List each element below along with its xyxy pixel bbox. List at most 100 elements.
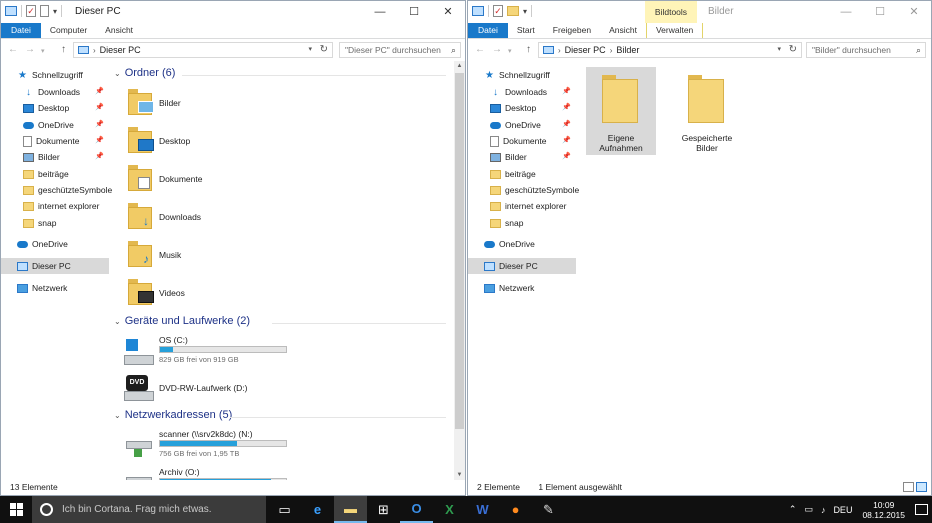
nav-item-schnellzugriff[interactable]: ★ Schnellzugriff <box>468 67 576 83</box>
nav-item-onedrive-quick[interactable]: OneDrive 📌 <box>1 117 109 133</box>
breadcrumb-dieser-pc[interactable]: Dieser PC <box>565 45 606 55</box>
maximize-button[interactable]: ☐ <box>397 1 431 23</box>
dvd-drive-icon[interactable]: DVD <box>124 375 158 401</box>
chevron-down-icon[interactable]: ⌄ <box>114 69 121 78</box>
folder-eigene-aufnahmen[interactable]: Eigene Aufnahmen <box>586 67 656 155</box>
minimize-button[interactable]: — <box>829 1 863 23</box>
minimize-button[interactable]: — <box>363 1 397 23</box>
hard-drive-icon[interactable] <box>124 339 158 365</box>
chevron-down-icon[interactable]: ▾ <box>777 45 781 53</box>
chevron-right-icon[interactable]: › <box>93 46 96 55</box>
search-input[interactable]: "Bilder" durchsuchen ⌕ <box>806 42 926 58</box>
nav-item-geschuetzte-symbole[interactable]: geschützteSymbole <box>1 182 112 198</box>
title-bar[interactable]: ✓ ▾ Bildtools Bilder — ☐ ✕ <box>468 1 931 23</box>
details-view-icon[interactable] <box>903 482 914 492</box>
address-bar[interactable]: › Dieser PC ▾ ↻ <box>73 42 333 58</box>
task-view-icon[interactable]: ▭ <box>268 496 301 523</box>
scroll-down-icon[interactable]: ▼ <box>454 472 465 478</box>
nav-item-dokumente[interactable]: Dokumente 📌 <box>1 133 109 149</box>
nav-item-beitraege[interactable]: beiträge <box>1 166 109 182</box>
nav-item-onedrive[interactable]: OneDrive <box>1 236 109 252</box>
group-header-network[interactable]: ⌄ Netzwerkadressen (5) <box>114 409 232 421</box>
large-icons-view-icon[interactable] <box>916 482 927 492</box>
new-folder-icon[interactable] <box>507 6 519 16</box>
folder-downloads[interactable]: Downloads <box>159 212 201 222</box>
forward-arrow-icon[interactable]: → <box>25 44 35 55</box>
folder-icon[interactable]: ♪ <box>128 241 156 267</box>
nav-item-downloads[interactable]: ↓ Downloads 📌 <box>1 84 109 100</box>
maximize-button[interactable]: ☐ <box>863 1 897 23</box>
folder-musik[interactable]: Musik <box>159 250 181 260</box>
file-explorer-icon[interactable]: ▬ <box>334 496 367 523</box>
nav-item-bilder[interactable]: Bilder 📌 <box>1 149 109 165</box>
folder-icon[interactable] <box>128 127 156 153</box>
up-arrow-icon[interactable]: ↑ <box>61 44 66 55</box>
paint-icon[interactable]: ✎ <box>532 496 565 523</box>
edge-icon[interactable]: e <box>301 496 334 523</box>
chevron-down-icon[interactable]: ⌄ <box>114 411 121 420</box>
nav-item-dieser-pc[interactable]: Dieser PC <box>1 258 109 274</box>
nav-item-desktop[interactable]: Desktop 📌 <box>468 100 576 116</box>
outlook-icon[interactable]: O <box>400 496 433 523</box>
address-bar[interactable]: › Dieser PC › Bilder ▾ ↻ <box>538 42 802 58</box>
up-arrow-icon[interactable]: ↑ <box>526 44 531 55</box>
refresh-icon[interactable]: ↻ <box>789 44 797 55</box>
store-icon[interactable]: ⊞ <box>367 496 400 523</box>
nav-item-dieser-pc[interactable]: Dieser PC <box>468 258 576 274</box>
firefox-icon[interactable]: ● <box>499 496 532 523</box>
excel-icon[interactable]: X <box>433 496 466 523</box>
refresh-icon[interactable]: ↻ <box>320 44 328 55</box>
folder-desktop[interactable]: Desktop <box>159 136 190 146</box>
folder-icon[interactable]: ↓ <box>128 203 156 229</box>
tab-freigeben[interactable]: Freigeben <box>544 23 600 38</box>
new-document-icon[interactable] <box>40 5 49 17</box>
tab-verwalten[interactable]: Verwalten <box>645 23 704 38</box>
breadcrumb-bilder[interactable]: Bilder <box>616 45 639 55</box>
close-button[interactable]: ✕ <box>897 1 931 23</box>
forward-arrow-icon[interactable]: → <box>492 44 502 55</box>
folder-gespeicherte-bilder[interactable]: Gespeicherte Bilder <box>672 67 742 155</box>
drive-dvd-d[interactable]: DVD-RW-Laufwerk (D:) <box>159 383 247 393</box>
nav-item-internet-explorer[interactable]: internet explorer <box>1 198 109 214</box>
tab-computer[interactable]: Computer <box>41 23 96 38</box>
nav-item-dokumente[interactable]: Dokumente 📌 <box>468 133 576 149</box>
recent-locations-icon[interactable]: ▾ <box>41 47 45 55</box>
nav-item-bilder[interactable]: Bilder 📌 <box>468 149 576 165</box>
start-button[interactable] <box>0 496 32 523</box>
nav-item-desktop[interactable]: Desktop 📌 <box>1 100 109 116</box>
scroll-up-icon[interactable]: ▲ <box>454 63 465 69</box>
properties-icon[interactable]: ✓ <box>493 5 503 17</box>
chevron-up-icon[interactable]: ⌃ <box>789 504 797 515</box>
tab-start[interactable]: Start <box>508 23 544 38</box>
cortana-search-box[interactable]: Ich bin Cortana. Frag mich etwas. <box>32 496 266 523</box>
back-arrow-icon[interactable]: ← <box>475 44 485 55</box>
close-button[interactable]: ✕ <box>431 1 465 23</box>
nav-item-onedrive[interactable]: OneDrive <box>468 236 576 252</box>
nav-item-downloads[interactable]: ↓ Downloads 📌 <box>468 84 576 100</box>
nav-item-netzwerk[interactable]: Netzwerk <box>468 280 576 296</box>
word-icon[interactable]: W <box>466 496 499 523</box>
folder-icon[interactable] <box>128 279 156 305</box>
search-input[interactable]: "Dieser PC" durchsuchen ⌕ <box>339 42 461 58</box>
customize-toolbar-icon[interactable]: ▾ <box>523 7 527 16</box>
properties-icon[interactable]: ✓ <box>26 5 36 17</box>
back-arrow-icon[interactable]: ← <box>8 44 18 55</box>
chevron-right-icon[interactable]: › <box>610 46 613 55</box>
nav-item-beitraege[interactable]: beiträge <box>468 166 576 182</box>
tab-ansicht[interactable]: Ansicht <box>96 23 142 38</box>
network-drive-archiv[interactable]: Archiv (O:) <box>159 467 200 477</box>
nav-item-geschuetzte-symbole[interactable]: geschützteSymbole <box>468 182 579 198</box>
customize-toolbar-icon[interactable]: ▾ <box>53 7 57 16</box>
clock[interactable]: 10:09 08.12.2015 <box>862 500 905 520</box>
folder-bilder[interactable]: Bilder <box>159 98 181 108</box>
recent-locations-icon[interactable]: ▾ <box>508 47 512 55</box>
notification-center-icon[interactable] <box>915 504 928 515</box>
input-language[interactable]: DEU <box>833 505 852 515</box>
group-header-drives[interactable]: ⌄ Geräte und Laufwerke (2) <box>114 315 250 327</box>
network-status-icon[interactable]: ▭ <box>804 504 813 515</box>
network-drive-scanner[interactable]: scanner (\\srv2k8dc) (N:) <box>159 429 253 439</box>
nav-item-snap[interactable]: snap <box>1 215 109 231</box>
network-drive-icon[interactable] <box>124 431 158 457</box>
folder-icon[interactable] <box>128 89 156 115</box>
chevron-down-icon[interactable]: ▾ <box>308 45 312 53</box>
